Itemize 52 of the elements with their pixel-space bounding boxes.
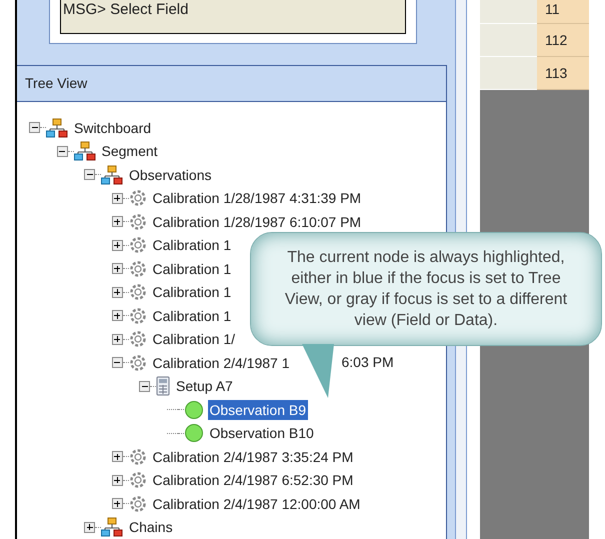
tree-node[interactable]: Switchboard bbox=[72, 118, 154, 138]
table-cell: 11 bbox=[537, 0, 589, 24]
expand-icon[interactable] bbox=[112, 498, 122, 510]
tree-node[interactable]: Chains bbox=[127, 517, 175, 538]
callout-text: The current node is always highlighted, either in blue if the focus is set to Tree View, or gray if focus is set to a different view (Field or Data). bbox=[284, 248, 568, 331]
tree-node[interactable]: Calibration 2/4/1987 12:00:00 AM bbox=[150, 494, 362, 514]
device-icon bbox=[156, 376, 170, 396]
row-header bbox=[480, 24, 537, 57]
table-cell: 112 bbox=[537, 24, 589, 57]
tree-node[interactable]: Calibration 1/28/1987 6:10:07 PM bbox=[150, 212, 364, 232]
expand-icon[interactable] bbox=[112, 286, 122, 298]
tree-node[interactable]: Observations bbox=[127, 164, 214, 185]
hierarchy-icon bbox=[101, 517, 123, 538]
tree-node[interactable]: Calibration 1 bbox=[150, 258, 234, 279]
tree-node[interactable]: Calibration 1 bbox=[150, 306, 234, 326]
message-field[interactable]: MSG> Select Field bbox=[60, 0, 406, 34]
tree-node[interactable]: Observation B10 bbox=[208, 423, 316, 444]
table-cell: 113 bbox=[537, 57, 589, 90]
status-circle-icon bbox=[184, 423, 204, 444]
expand-icon[interactable] bbox=[112, 310, 122, 322]
tree-node[interactable]: Calibration 1/ bbox=[150, 329, 237, 350]
expand-icon[interactable] bbox=[84, 522, 95, 533]
hierarchy-icon bbox=[46, 118, 68, 138]
tree-node[interactable]: Calibration 2/4/1987 3:35:24 PM bbox=[150, 446, 356, 467]
tree-node-text: 6:03 PM bbox=[342, 353, 394, 372]
tree-node[interactable]: Observation B9 bbox=[208, 400, 308, 420]
expand-icon[interactable] bbox=[112, 474, 122, 486]
expand-icon[interactable] bbox=[112, 192, 122, 204]
row-header bbox=[480, 0, 537, 24]
hierarchy-icon bbox=[101, 164, 123, 185]
row-header bbox=[480, 57, 537, 90]
tree-node[interactable]: Calibration 2/4/1987 1 bbox=[150, 352, 292, 373]
collapse-icon[interactable] bbox=[56, 146, 68, 157]
tree-node[interactable]: Calibration 2/4/1987 6:52:30 PM bbox=[150, 470, 356, 490]
expand-icon[interactable] bbox=[112, 451, 122, 462]
hierarchy-icon bbox=[74, 141, 96, 162]
tree-node[interactable]: Segment bbox=[100, 141, 160, 162]
tree-node[interactable]: Setup A7 bbox=[174, 376, 235, 396]
expand-icon[interactable] bbox=[112, 334, 122, 345]
callout-pointer bbox=[300, 344, 336, 400]
status-circle-icon bbox=[184, 400, 204, 420]
tree-node[interactable]: Calibration 1/28/1987 4:31:39 PM bbox=[150, 188, 364, 208]
expand-icon[interactable] bbox=[112, 263, 122, 274]
collapse-icon[interactable] bbox=[112, 357, 122, 368]
collapse-icon[interactable] bbox=[84, 169, 95, 180]
panel-title: Tree View bbox=[25, 74, 88, 93]
expand-icon[interactable] bbox=[112, 216, 122, 228]
collapse-icon[interactable] bbox=[29, 122, 40, 134]
expand-icon[interactable] bbox=[112, 240, 122, 251]
tree-node[interactable]: Calibration 1 bbox=[150, 235, 234, 256]
tree-node[interactable]: Calibration 1 bbox=[150, 282, 234, 302]
collapse-icon[interactable] bbox=[139, 380, 150, 392]
